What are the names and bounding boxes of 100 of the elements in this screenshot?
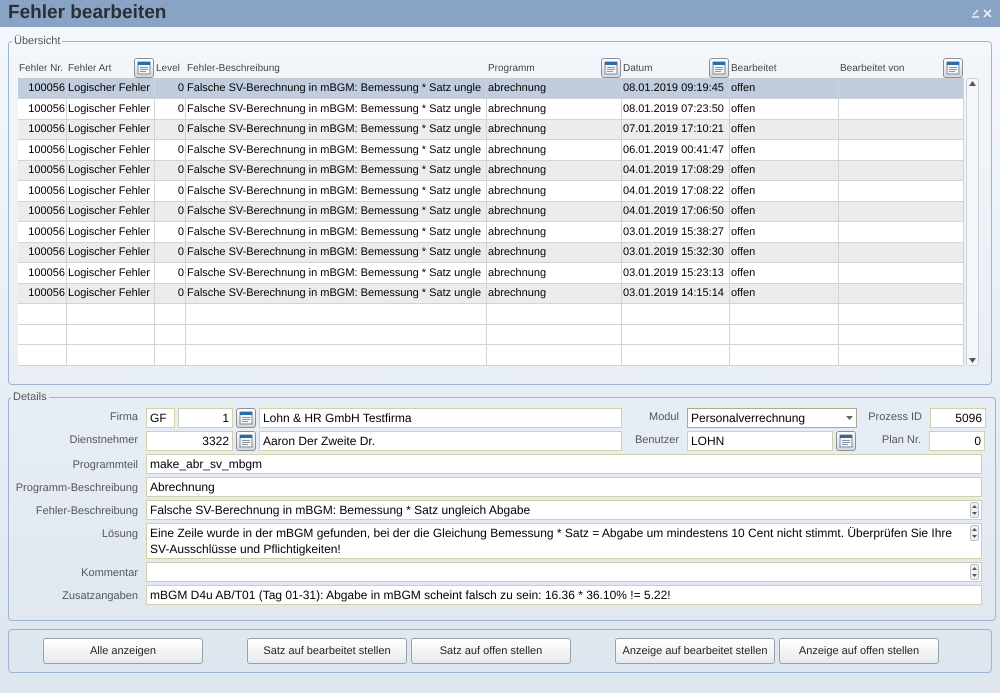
input-field[interactable]: make_abr_sv_mbgm <box>146 454 982 474</box>
table-cell-text: offen <box>731 122 756 137</box>
table-row[interactable]: 100056 Logischer Fehler 0 Falsche SV-Berechnung in mBGM: Bemessung * Satz ungle abrechnung 03.01.2019 15:38:27 offen <box>18 222 964 242</box>
table-cell-text: Falsche SV-Berechnung in mBGM: Bemessung * Satz ungle <box>187 163 482 178</box>
scrollbar[interactable] <box>966 78 979 366</box>
list-picker-icon[interactable] <box>601 58 621 78</box>
table-cell-text: Logischer Fehler <box>68 245 150 260</box>
list-picker-icon[interactable] <box>236 408 256 428</box>
field-label: Prozess ID <box>867 410 922 426</box>
table-cell-text: 100056 <box>28 204 65 219</box>
column-header[interactable]: Fehler Nr. <box>18 60 63 78</box>
table-cell-text: 0 <box>178 81 184 96</box>
field-label: Programm-Beschreibung <box>14 480 138 496</box>
table-row[interactable]: 100056 Logischer Fehler 0 Falsche SV-Berechnung in mBGM: Bemessung * Satz ungle abrechnung 03.01.2019 14:15:14 offen <box>18 284 964 304</box>
table-cell-text: offen <box>731 245 756 260</box>
table-cell-text: Falsche SV-Berechnung in mBGM: Bemessung * Satz ungle <box>187 245 482 260</box>
input-field[interactable]: Lohn & HR GmbH Testfirma <box>259 408 622 428</box>
table-cell-text: 100056 <box>28 122 65 137</box>
table-cell-text: Logischer Fehler <box>68 163 150 178</box>
table-cell-text: 03.01.2019 14:15:14 <box>623 286 724 301</box>
column-header[interactable]: Bearbeitet von <box>839 60 904 78</box>
table-cell-text: 04.01.2019 17:08:29 <box>623 163 724 178</box>
table-row[interactable]: 100056 Logischer Fehler 0 Falsche SV-Berechnung in mBGM: Bemessung * Satz ungle abrechnung 03.01.2019 15:32:30 offen <box>18 242 964 263</box>
list-picker-icon[interactable] <box>943 58 963 78</box>
table-cell-text: offen <box>731 184 756 198</box>
table-cell-text: Falsche SV-Berechnung in mBGM: Bemessung * Satz ungle <box>187 81 482 96</box>
text-area[interactable]: Eine Zeile wurde in der mBGM gefunden, bei der die Gleichung Bemessung * Satz = Abgabe um mindestens 10 Cent nicht stimmt. Überprüfen Sie Ihre SV-Ausschlüsse und Pflichtigkeiten! <box>146 522 982 558</box>
scroll-arrows-icon[interactable] <box>970 502 979 518</box>
table-cell-text: Falsche SV-Berechnung in mBGM: Bemessung * Satz ungle <box>187 122 482 137</box>
action-button[interactable]: Anzeige auf bearbeitet stellen <box>615 638 775 664</box>
scroll-down-icon[interactable] <box>969 358 976 362</box>
table-cell-text: abrechnung <box>488 224 546 240</box>
table-row[interactable]: 100056 Logischer Fehler 0 Falsche SV-Berechnung in mBGM: Bemessung * Satz ungle abrechnung 06.01.2019 00:41:47 offen <box>18 140 964 160</box>
table-cell-text: offen <box>731 224 756 240</box>
table-cell-text: 0 <box>178 102 184 116</box>
column-header[interactable]: Programm <box>487 60 535 78</box>
table-cell-text: Falsche SV-Berechnung in mBGM: Bemessung * Satz ungle <box>187 102 482 116</box>
table-cell-text: 0 <box>178 266 184 280</box>
table-cell-text: offen <box>731 163 756 178</box>
scroll-up-icon[interactable] <box>969 80 976 86</box>
table-cell-text: 03.01.2019 15:38:27 <box>623 224 724 240</box>
table-cell-text: 0 <box>178 204 184 219</box>
table-cell-text: abrechnung <box>488 163 546 178</box>
table-cell-text: abrechnung <box>488 286 546 301</box>
input-field[interactable]: LOHN <box>687 430 833 450</box>
table-cell-text: abrechnung <box>488 142 546 158</box>
action-button[interactable]: Satz auf bearbeitet stellen <box>247 638 407 664</box>
table-cell-text: 100056 <box>28 245 65 260</box>
table-row[interactable]: 100056 Logischer Fehler 0 Falsche SV-Berechnung in mBGM: Bemessung * Satz ungle abrechnung 04.01.2019 17:08:22 offen <box>18 181 964 202</box>
table-cell-text: abrechnung <box>488 184 546 198</box>
column-header[interactable]: Fehler-Beschreibung <box>186 60 280 78</box>
table-cell-text: 04.01.2019 17:08:22 <box>623 184 724 198</box>
table-cell-text: abrechnung <box>488 122 546 137</box>
table-row[interactable]: 100056 Logischer Fehler 0 Falsche SV-Berechnung in mBGM: Bemessung * Satz ungle abrechnung 03.01.2019 15:23:13 offen <box>18 263 964 284</box>
input-field[interactable]: 5096 <box>930 408 986 428</box>
table-cell-text: 03.01.2019 15:32:30 <box>623 245 724 260</box>
table-cell-text: Falsche SV-Berechnung in mBGM: Bemessung * Satz ungle <box>187 224 482 240</box>
table-cell-text: Falsche SV-Berechnung in mBGM: Bemessung * Satz ungle <box>187 286 482 301</box>
column-header[interactable]: Datum <box>622 60 652 78</box>
table-cell-text: abrechnung <box>488 204 546 219</box>
scroll-arrows-icon[interactable] <box>970 564 979 580</box>
text-area[interactable]: Falsche SV-Berechnung in mBGM: Bemessung * Satz ungleich Abgabe <box>146 500 982 520</box>
list-picker-icon[interactable] <box>709 58 729 78</box>
table-cell-text: 0 <box>178 142 184 158</box>
input-field[interactable]: Aaron Der Zweite Dr. <box>259 430 622 450</box>
column-header[interactable]: Bearbeitet <box>730 60 777 78</box>
list-picker-icon[interactable] <box>134 58 154 78</box>
table-cell-text: 0 <box>178 245 184 260</box>
column-header[interactable]: Fehler Art <box>67 60 112 78</box>
table-row[interactable]: 100056 Logischer Fehler 0 Falsche SV-Berechnung in mBGM: Bemessung * Satz ungle abrechnung 04.01.2019 17:08:29 offen <box>18 160 964 181</box>
table-cell-text: Logischer Fehler <box>68 224 150 240</box>
input-field[interactable]: 3322 <box>146 430 233 450</box>
table-row[interactable]: 100056 Logischer Fehler 0 Falsche SV-Berechnung in mBGM: Bemessung * Satz ungle abrechnung 08.01.2019 07:23:50 offen <box>18 99 964 120</box>
dropdown-field[interactable]: Personalverrechnung <box>687 408 857 428</box>
panel-legend: Übersicht <box>12 33 62 50</box>
action-button[interactable]: Anzeige auf offen stellen <box>779 638 939 664</box>
field-label: Zusatzangaben <box>61 588 138 604</box>
table-row[interactable]: 100056 Logischer Fehler 0 Falsche SV-Berechnung in mBGM: Bemessung * Satz ungle abrechnung 08.01.2019 09:19:45 offen <box>18 78 964 99</box>
action-button[interactable]: Satz auf offen stellen <box>411 638 571 664</box>
column-header[interactable]: Level <box>155 60 180 78</box>
table-cell-text: abrechnung <box>488 245 546 260</box>
field-label: Programmteil <box>72 458 138 472</box>
table-row[interactable]: 100056 Logischer Fehler 0 Falsche SV-Berechnung in mBGM: Bemessung * Satz ungle abrechnung 07.01.2019 17:10:21 offen <box>18 120 964 140</box>
table-cell-text: abrechnung <box>488 81 546 96</box>
table-row[interactable]: 100056 Logischer Fehler 0 Falsche SV-Berechnung in mBGM: Bemessung * Satz ungle abrechnung 04.01.2019 17:06:50 offen <box>18 202 964 222</box>
list-picker-icon[interactable] <box>236 430 256 450</box>
action-button[interactable]: Alle anzeigen <box>43 638 203 664</box>
input-field[interactable]: GF <box>146 408 175 428</box>
table-cell-text: Logischer Fehler <box>68 81 150 96</box>
table-cell-text: 0 <box>178 286 184 301</box>
list-picker-icon[interactable] <box>836 430 856 450</box>
field-label: Dienstnehmer <box>68 433 138 448</box>
table-cell-text: offen <box>731 102 756 116</box>
input-field[interactable]: 1 <box>178 408 233 428</box>
window-title: Fehler bearbeiten <box>8 1 166 26</box>
table-cell-text: 07.01.2019 17:10:21 <box>623 122 724 137</box>
input-field[interactable]: mBGM D4u AB/T01 (Tag 01-31): Abgabe in mBGM scheint falsch zu sein: 16.36 * 36.10% != 5.22! <box>146 584 982 604</box>
input-field[interactable]: Abrechnung <box>146 476 982 496</box>
scroll-arrows-icon[interactable] <box>970 524 979 540</box>
input-field[interactable]: 0 <box>929 430 985 450</box>
